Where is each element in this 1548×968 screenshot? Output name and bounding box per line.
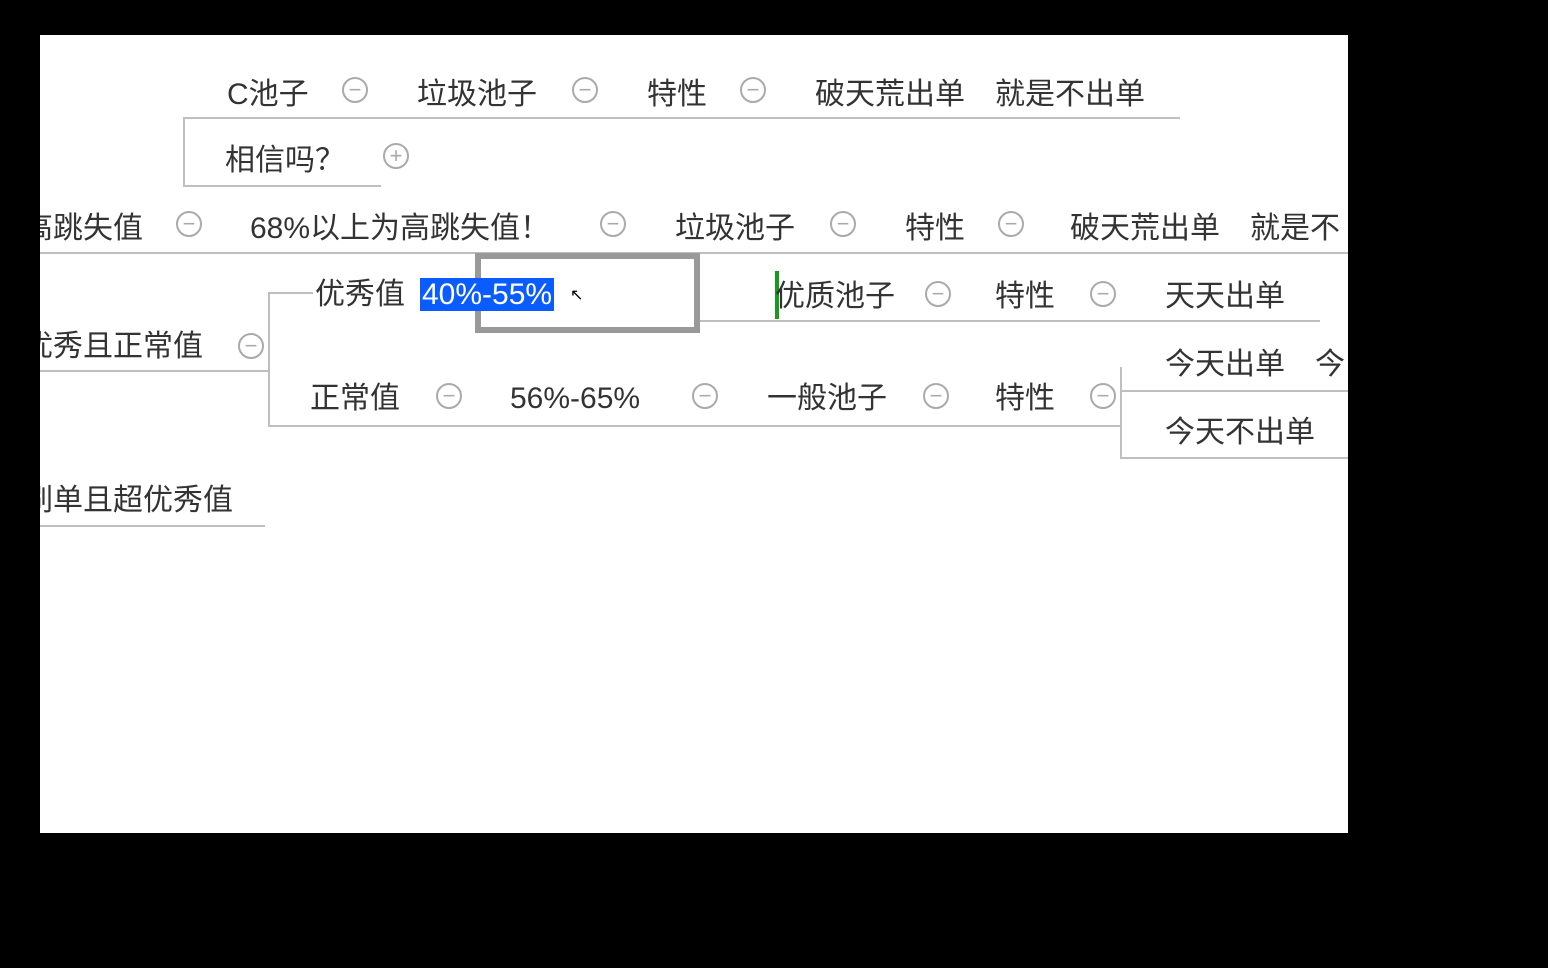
- connector: [40, 370, 268, 372]
- collapse-icon[interactable]: −: [572, 77, 598, 103]
- node-today-order[interactable]: 今天出单: [1165, 347, 1285, 383]
- connector: [268, 425, 313, 427]
- node-no-order[interactable]: 就是不出单: [995, 77, 1145, 113]
- node-normal-pool[interactable]: 一般池子: [767, 381, 887, 417]
- node-range-56-65[interactable]: 56%-65%: [510, 381, 640, 417]
- connector: [183, 117, 185, 187]
- connector: [268, 292, 313, 294]
- connector: [268, 292, 270, 425]
- expand-icon[interactable]: +: [383, 143, 409, 169]
- connector: [1160, 390, 1348, 392]
- node-range-40-55[interactable]: 40%-55%: [420, 277, 554, 313]
- node-super-excellent-partial[interactable]: 刷单且超优秀值: [40, 483, 233, 519]
- collapse-icon[interactable]: −: [692, 383, 718, 409]
- connector: [1120, 390, 1160, 392]
- node-trait-2[interactable]: 特性: [905, 211, 965, 247]
- collapse-icon[interactable]: −: [998, 211, 1024, 237]
- connector: [310, 425, 1120, 427]
- node-quality-pool[interactable]: 优质池子: [775, 279, 895, 315]
- collapse-icon[interactable]: −: [176, 211, 202, 237]
- node-daily-order[interactable]: 天天出单: [1165, 279, 1285, 315]
- connector: [223, 185, 381, 187]
- node-trash-pool-2[interactable]: 垃圾池子: [675, 211, 795, 247]
- node-no-order-2-partial[interactable]: 就是不: [1250, 211, 1340, 247]
- node-normal[interactable]: 正常值: [310, 381, 400, 417]
- node-high-bounce-partial[interactable]: 高跳失值: [40, 211, 143, 247]
- connector: [40, 525, 265, 527]
- node-today-partial[interactable]: 今: [1315, 347, 1345, 383]
- node-high-bounce-68[interactable]: 68%以上为高跳失值！: [250, 211, 550, 247]
- node-rare-order[interactable]: 破天荒出单: [815, 77, 965, 113]
- node-today-no-order[interactable]: 今天不出单: [1165, 415, 1315, 451]
- node-believe[interactable]: 相信吗？: [225, 143, 345, 179]
- collapse-icon[interactable]: −: [436, 383, 462, 409]
- node-c-pool[interactable]: C池子: [227, 77, 309, 113]
- connector: [183, 185, 223, 187]
- connector: [1120, 457, 1160, 459]
- selected-text: 40%-55%: [420, 278, 554, 311]
- collapse-icon[interactable]: −: [925, 281, 951, 307]
- mindmap-canvas[interactable]: C池子 − 垃圾池子 − 特性 − 破天荒出单 就是不出单 相信吗？ + 高跳失…: [40, 35, 1348, 833]
- collapse-icon[interactable]: −: [1090, 281, 1116, 307]
- collapse-icon[interactable]: −: [740, 77, 766, 103]
- collapse-icon[interactable]: −: [600, 211, 626, 237]
- connector: [1120, 367, 1122, 459]
- node-excellent-normal-partial[interactable]: 优秀且正常值: [40, 329, 203, 365]
- node-trait-3[interactable]: 特性: [995, 279, 1055, 315]
- node-rare-order-2[interactable]: 破天荒出单: [1070, 211, 1220, 247]
- connector: [700, 320, 1320, 322]
- node-trash-pool-1[interactable]: 垃圾池子: [417, 77, 537, 113]
- collapse-icon[interactable]: −: [1090, 383, 1116, 409]
- connector: [183, 117, 1180, 119]
- node-trait-4[interactable]: 特性: [995, 381, 1055, 417]
- collapse-icon[interactable]: −: [923, 383, 949, 409]
- connector: [1160, 457, 1348, 459]
- collapse-icon[interactable]: −: [342, 77, 368, 103]
- node-trait-1[interactable]: 特性: [647, 77, 707, 113]
- node-excellent[interactable]: 优秀值: [315, 277, 405, 313]
- collapse-icon[interactable]: −: [830, 211, 856, 237]
- collapse-icon[interactable]: −: [238, 333, 264, 359]
- cursor-icon: ↖: [570, 285, 583, 305]
